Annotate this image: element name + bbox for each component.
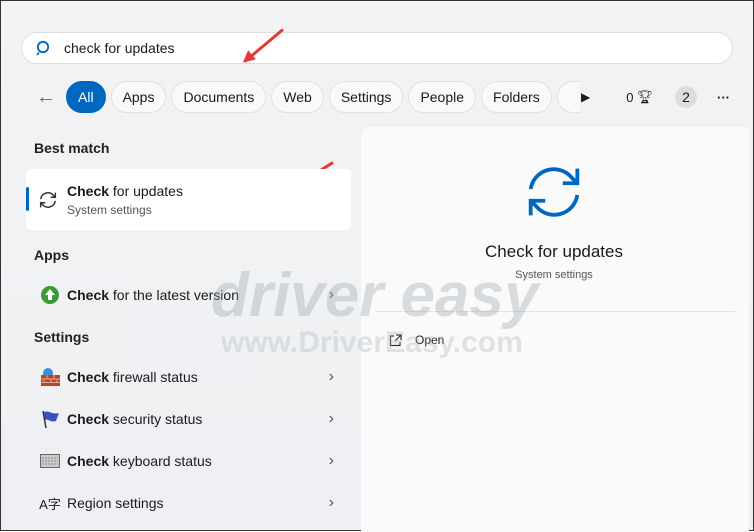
item-bold: Check xyxy=(67,287,110,303)
detail-title: Check for updates xyxy=(485,242,623,261)
tab-more-cut[interactable] xyxy=(556,81,580,113)
open-action[interactable]: Open xyxy=(389,333,444,347)
best-title-rest: for updates xyxy=(109,183,183,199)
tab-people[interactable]: People xyxy=(408,81,477,113)
refresh-large-icon xyxy=(528,167,580,217)
open-external-icon xyxy=(389,333,402,346)
refresh-icon xyxy=(39,192,57,208)
firewall-icon xyxy=(36,367,64,387)
tab-settings[interactable]: Settings xyxy=(328,81,404,113)
divider xyxy=(375,311,735,312)
notification-badge[interactable]: 2 xyxy=(674,86,697,108)
region-icon: A字 xyxy=(39,496,61,512)
settings-item-keyboard[interactable]: Check keyboard status › xyxy=(26,443,346,479)
detail-panel: Check for updates System settings Open xyxy=(361,127,749,532)
detail-subtitle: System settings xyxy=(515,269,593,281)
best-match-item[interactable]: Check for updates System settings xyxy=(26,169,351,230)
item-rest: keyboard status xyxy=(109,453,212,469)
chevron-right-icon: › xyxy=(328,410,334,427)
back-button[interactable]: ← xyxy=(31,86,61,109)
settings-item-region[interactable]: A字 Region settings › xyxy=(26,485,346,521)
best-subtitle: System settings xyxy=(67,203,152,217)
chevron-right-icon: › xyxy=(328,286,334,303)
item-rest: security status xyxy=(109,411,203,427)
tab-folders[interactable]: Folders xyxy=(481,81,552,113)
more-options-button[interactable]: ··· xyxy=(717,90,730,105)
item-rest: firewall status xyxy=(109,369,198,385)
open-label: Open xyxy=(415,333,445,347)
settings-item-firewall[interactable]: Check firewall status › xyxy=(26,359,346,395)
app-item[interactable]: Check for the latest version › xyxy=(26,277,346,313)
item-rest: for the latest version xyxy=(109,287,239,303)
header-controls: ▶ 0 🏆︎ 2 ··· xyxy=(581,81,730,113)
section-best-match: Best match xyxy=(34,140,110,156)
item-bold: Check xyxy=(67,411,110,427)
scroll-right-button[interactable]: ▶ xyxy=(581,90,590,104)
item-bold: Check xyxy=(67,453,110,469)
item-rest: Region settings xyxy=(67,495,164,511)
chevron-right-icon: › xyxy=(328,494,334,511)
chevron-right-icon: › xyxy=(328,368,334,385)
filter-bar: ← All Apps Documents Web Settings People… xyxy=(31,81,580,113)
search-icon xyxy=(36,40,50,56)
keyboard-icon xyxy=(36,454,64,468)
best-title-bold: Check xyxy=(67,183,110,199)
item-bold: Check xyxy=(67,369,110,385)
tab-apps[interactable]: Apps xyxy=(110,81,167,113)
points-count: 0 xyxy=(626,89,634,105)
tab-documents[interactable]: Documents xyxy=(171,81,267,113)
tab-web[interactable]: Web xyxy=(271,81,324,113)
section-apps: Apps xyxy=(34,247,69,263)
globe-update-icon xyxy=(36,285,64,305)
chevron-right-icon: › xyxy=(328,452,334,469)
search-text: check for updates xyxy=(64,40,175,56)
flag-icon xyxy=(36,409,64,429)
tab-all[interactable]: All xyxy=(66,81,106,113)
section-settings: Settings xyxy=(34,329,90,345)
settings-item-security[interactable]: Check security status › xyxy=(26,401,346,437)
search-window: check for updates ← All Apps Documents W… xyxy=(0,0,754,532)
trophy-icon: 🏆︎ xyxy=(636,89,653,104)
search-input[interactable]: check for updates xyxy=(21,32,733,64)
